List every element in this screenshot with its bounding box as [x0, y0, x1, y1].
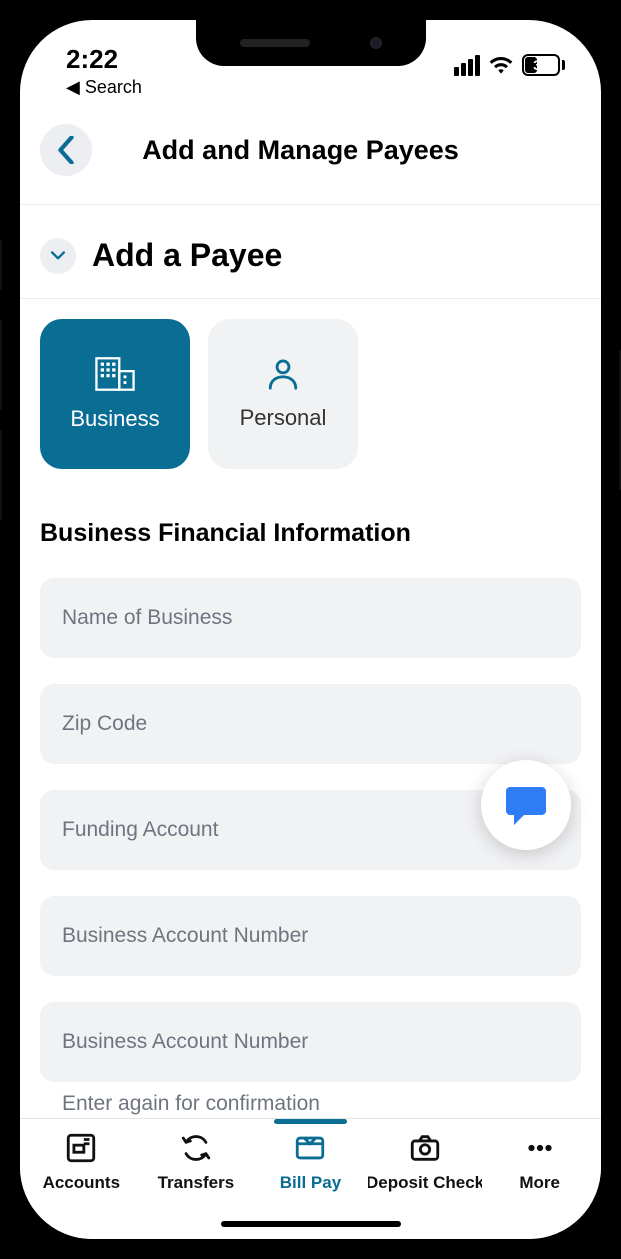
business-account-number-confirm-field[interactable]: Business Account Number — [40, 1002, 581, 1082]
page-title: Add and Manage Payees — [40, 135, 561, 166]
payee-type-business-label: Business — [70, 406, 159, 432]
transfers-icon — [179, 1131, 213, 1165]
tab-billpay-label: Bill Pay — [280, 1173, 341, 1193]
person-icon — [266, 357, 300, 391]
camera-icon — [408, 1131, 442, 1165]
more-icon — [523, 1131, 557, 1165]
business-account-number-confirm-label: Business Account Number — [62, 1030, 559, 1054]
billpay-icon — [293, 1131, 327, 1165]
accounts-icon — [64, 1131, 98, 1165]
cellular-signal-icon — [454, 55, 480, 76]
tab-more-label: More — [519, 1173, 560, 1193]
payee-type-personal-label: Personal — [240, 405, 327, 431]
confirm-hint: Enter again for confirmation — [40, 1088, 581, 1116]
status-time: 2:22 — [66, 44, 118, 75]
business-name-field[interactable]: Name of Business — [40, 578, 581, 658]
device-notch — [196, 20, 426, 66]
tab-transfers-label: Transfers — [158, 1173, 235, 1193]
tab-transfers[interactable]: Transfers — [139, 1129, 254, 1193]
form-heading: Business Financial Information — [40, 519, 581, 548]
payee-type-business[interactable]: Business — [40, 319, 190, 469]
building-icon — [95, 356, 135, 392]
breadcrumb-back-search[interactable]: ◀ Search — [66, 77, 142, 98]
chat-fab[interactable] — [481, 760, 571, 850]
business-account-number-label: Business Account Number — [62, 924, 559, 948]
tab-accounts-label: Accounts — [43, 1173, 120, 1193]
chat-bubble-icon — [502, 783, 550, 827]
collapse-button[interactable] — [40, 238, 76, 274]
bottom-tab-bar: Accounts Transfers Bill Pay Deposit Chec… — [20, 1118, 601, 1239]
tab-more[interactable]: More — [482, 1129, 597, 1193]
zip-code-field[interactable]: Zip Code — [40, 684, 581, 764]
chevron-down-icon — [51, 251, 65, 261]
business-account-number-field[interactable]: Business Account Number — [40, 896, 581, 976]
wifi-icon — [488, 55, 514, 75]
section-title: Add a Payee — [92, 237, 282, 274]
tab-accounts[interactable]: Accounts — [24, 1129, 139, 1193]
tab-deposit[interactable]: Deposit Check — [368, 1129, 483, 1193]
home-indicator[interactable] — [221, 1221, 401, 1227]
payee-type-personal[interactable]: Personal — [208, 319, 358, 469]
business-name-label: Name of Business — [62, 606, 559, 630]
tab-deposit-label: Deposit Check — [368, 1173, 483, 1193]
battery-icon: 34 — [522, 54, 565, 76]
zip-code-label: Zip Code — [62, 712, 559, 736]
tab-billpay[interactable]: Bill Pay — [253, 1129, 368, 1193]
